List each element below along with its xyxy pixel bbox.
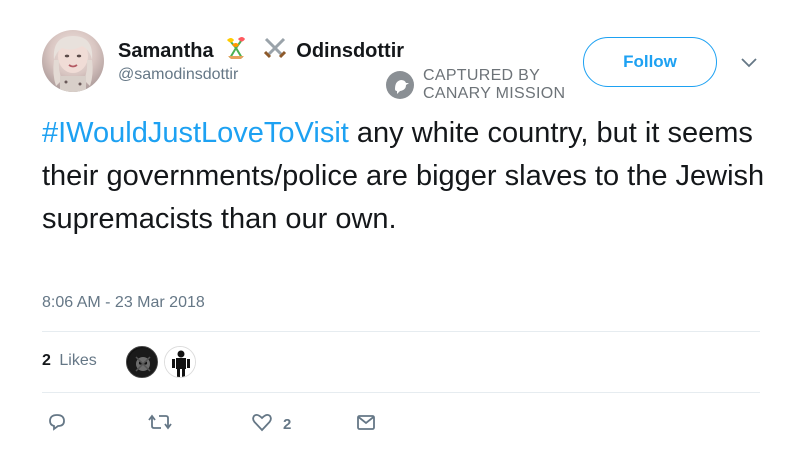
reply-icon [46,411,68,438]
canary-bird-icon [386,71,414,99]
like-count: 2 [283,415,292,433]
author-handle[interactable]: @samodinsdottir [118,66,238,84]
liker-avatar[interactable] [126,346,158,378]
chevron-down-icon[interactable] [740,56,758,68]
tweet-text: #IWouldJustLoveToVisit any white country… [42,112,772,241]
retweet-icon [147,411,173,438]
hashtag-link[interactable]: #IWouldJustLoveToVisit [42,117,349,149]
likes-label: Likes [59,352,97,369]
reply-button[interactable] [46,410,78,438]
tulip-bouquet-icon [222,36,250,66]
heart-icon [251,411,273,438]
divider [42,392,760,393]
likes-count: 2 [42,352,51,369]
likes-stat[interactable]: 2 Likes [42,352,97,370]
crossed-swords-icon [262,36,288,66]
author-display-name[interactable]: Samantha Odinsdottir [118,36,404,66]
divider [42,331,760,332]
author-name-last: Odinsdottir [296,40,405,62]
liker-avatar[interactable] [164,346,196,378]
watermark-line1: CAPTURED BY [423,67,541,84]
author-avatar[interactable] [42,30,104,92]
follow-button[interactable]: Follow [583,37,717,87]
author-name-first: Samantha [118,40,214,62]
envelope-icon [355,411,377,438]
watermark-line2: CANARY MISSION [423,85,566,102]
tweet-timestamp[interactable]: 8:06 AM - 23 Mar 2018 [42,294,205,312]
direct-message-button[interactable] [355,410,387,438]
canary-mission-watermark: CAPTURED BY CANARY MISSION [386,67,565,103]
like-button[interactable]: 2 [251,410,291,438]
retweet-button[interactable] [147,410,183,438]
